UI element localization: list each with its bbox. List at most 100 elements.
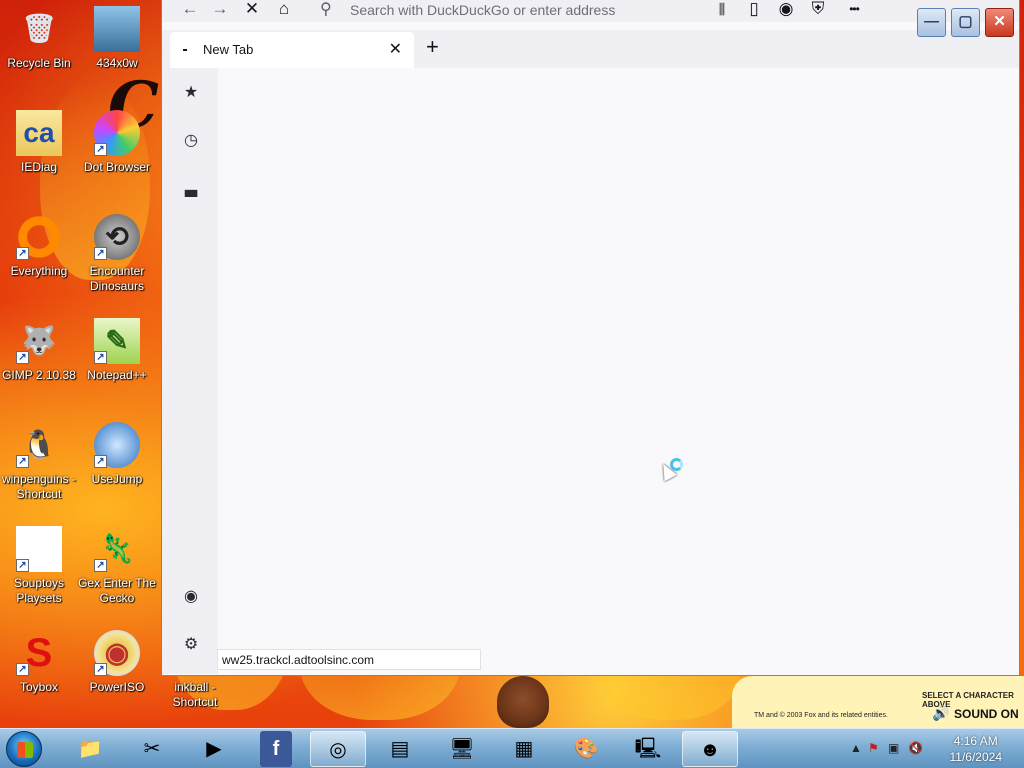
navigation-toolbar: ← → ✕ ⌂ ⚲ ⫼ ▯ ◉ ⛨ ••• <box>162 0 1019 22</box>
shortcut-arrow-icon: ↗ <box>94 351 107 364</box>
shortcut-arrow-icon: ↗ <box>94 143 107 156</box>
profile-icon[interactable]: ◉ <box>180 586 202 608</box>
cartoon-character-image <box>497 676 549 728</box>
desktop-icon-label: GIMP 2.10.38 <box>2 368 76 382</box>
tab-new-tab[interactable]: New Tab ✕ <box>170 32 414 68</box>
sound-toggle[interactable]: SOUND ON <box>954 707 1019 721</box>
close-window-button[interactable]: ✕ <box>985 8 1014 37</box>
desktop-icon-label: Encounter Dinosaurs <box>89 264 145 293</box>
start-button[interactable] <box>6 731 42 767</box>
dot-browser-icon: ↗ <box>94 110 140 156</box>
desktop-shortcut-gecko-game[interactable]: 🦎 ↗ Gex Enter The Gecko <box>78 526 156 606</box>
tab-title: New Tab <box>203 42 254 57</box>
volume-muted-icon[interactable]: 🔇 <box>908 741 923 755</box>
sidebar-toggle-icon[interactable]: ▯ <box>742 0 766 22</box>
action-center-icon[interactable]: ⚑ <box>868 741 879 755</box>
tab-loading-icon <box>183 49 187 51</box>
shortcut-arrow-icon: ↗ <box>94 663 107 676</box>
minimize-button[interactable]: — <box>917 8 946 37</box>
taskbar-facebook-icon[interactable]: f <box>260 731 292 767</box>
account-icon[interactable]: ◉ <box>774 0 798 22</box>
synced-devices-icon[interactable]: ▃ <box>180 178 202 200</box>
desktop-shortcut-notepadpp[interactable]: ✎ ↗ Notepad++ <box>78 318 156 383</box>
desktop-icon-label: 434x0w <box>96 56 138 70</box>
taskbar-remote-desktop-icon[interactable]: 🖳 <box>620 731 676 767</box>
shortcut-arrow-icon: ↗ <box>16 663 29 676</box>
desktop-shortcut-dot-browser[interactable]: ↗ Dot Browser <box>78 110 156 175</box>
browser-window: ← → ✕ ⌂ ⚲ ⫼ ▯ ◉ ⛨ ••• New Tab ✕ + ★ ◷ ▃ … <box>161 0 1020 676</box>
desktop-icon-label: PowerISO <box>89 680 145 694</box>
history-clock-icon[interactable]: ◷ <box>180 130 202 152</box>
shortcut-arrow-icon: ↗ <box>16 455 29 468</box>
address-bar[interactable]: ⚲ <box>312 0 700 22</box>
blank-file-icon: ↗ <box>16 526 62 572</box>
recycle-bin-icon: 🗑 <box>21 13 57 44</box>
desktop-shortcut-folder[interactable]: ca IEDiag <box>0 110 78 175</box>
taskbar: 📁 ✂ ▶ f ◎ ▤ 🖥 ▦ 🎨 🖳 ☻ ▲ ⚑ ▣ 🔇 4:16 AM 11/6/2024 <box>0 728 1024 768</box>
taskbar-network-tool-icon[interactable]: 🖥 <box>434 731 490 767</box>
desktop-shortcut-toybox[interactable]: S ↗ Toybox <box>0 630 78 695</box>
bookmarks-star-icon[interactable]: ★ <box>180 82 202 104</box>
penguin-icon: 🐧 ↗ <box>16 422 62 468</box>
settings-gear-icon[interactable]: ⚙ <box>180 634 202 656</box>
desktop-shortcut-dinosaur-game[interactable]: ⟲ ↗ Encounter Dinosaurs <box>78 214 156 294</box>
taskbar-paint-icon[interactable]: 🎨 <box>558 731 614 767</box>
shortcut-arrow-icon: ↗ <box>94 455 107 468</box>
tab-close-icon[interactable]: ✕ <box>389 39 402 59</box>
clock-date: 11/6/2024 <box>949 750 1003 764</box>
dinosaur-game-icon: ⟲ ↗ <box>94 214 140 260</box>
desktop-shortcut-poweriso[interactable]: ◉ ↗ PowerISO <box>78 630 156 695</box>
everything-search-icon: ↗ <box>16 214 62 260</box>
desktop-shortcut-blank-file[interactable]: ↗ Souptoys Playsets <box>0 526 78 606</box>
show-hidden-icons-icon[interactable]: ▲ <box>850 741 862 755</box>
desktop-shortcut-image-file[interactable]: 434x0w <box>78 6 156 71</box>
desktop-shortcut-usejump[interactable]: ↗ UseJump <box>78 422 156 487</box>
taskbar-media-player-icon[interactable]: ▶ <box>186 731 242 767</box>
taskbar-dot-browser-icon[interactable]: ◎ <box>310 731 366 767</box>
shortcut-arrow-icon: ↗ <box>94 559 107 572</box>
menu-icon[interactable]: ••• <box>842 0 866 22</box>
new-tab-button[interactable]: + <box>426 36 439 58</box>
desktop-icon-label: Dot Browser <box>83 160 151 174</box>
gecko-game-icon: 🦎 ↗ <box>94 526 140 572</box>
windows-logo-icon <box>17 742 33 758</box>
shield-icon[interactable]: ⛨ <box>806 0 830 22</box>
desktop-icon-label: Recycle Bin <box>7 56 71 70</box>
taskbar-sticky-notes-icon[interactable]: ▤ <box>372 731 428 767</box>
status-url: ww25.trackcl.adtoolsinc.com <box>217 649 481 670</box>
desktop-shortcut-everything-search[interactable]: ↗ Everything <box>0 214 78 279</box>
desktop-icon-label: Notepad++ <box>87 368 147 382</box>
shortcut-arrow-icon: ↗ <box>16 559 29 572</box>
desktop-shortcut-gimp[interactable]: 🐺 ↗ GIMP 2.10.38 <box>0 318 78 383</box>
network-icon[interactable]: ▣ <box>888 741 899 755</box>
taskbar-file-explorer-icon[interactable]: 📁 <box>62 731 118 767</box>
desktop-icon-label: inkball - Shortcut <box>172 680 218 709</box>
taskbar-game-app-icon[interactable]: ☻ <box>682 731 738 767</box>
back-arrow-icon[interactable]: ← <box>178 0 202 22</box>
address-input[interactable] <box>350 1 690 19</box>
desktop-icon-label: UseJump <box>91 472 143 486</box>
gimp-icon: 🐺 ↗ <box>16 318 62 364</box>
speaker-icon[interactable]: 🔊 <box>932 705 949 722</box>
home-icon[interactable]: ⌂ <box>272 0 296 22</box>
desktop-icon-label: winpenguins - Shortcut <box>1 472 77 501</box>
usejump-icon: ↗ <box>94 422 140 468</box>
taskbar-snipping-tool-icon[interactable]: ✂ <box>124 731 180 767</box>
desktop-shortcut-penguin[interactable]: 🐧 ↗ winpenguins - Shortcut <box>0 422 78 502</box>
page-content[interactable] <box>218 68 1017 674</box>
tab-strip: New Tab ✕ + <box>162 30 1019 68</box>
forward-arrow-icon[interactable]: → <box>208 0 232 22</box>
desktop-icon-label: Gex Enter The Gecko <box>78 576 156 605</box>
browser-sidebar: ★ ◷ ▃ ◉ ⚙ <box>162 68 218 674</box>
shortcut-arrow-icon: ↗ <box>16 247 29 260</box>
taskbar-calculator-icon[interactable]: ▦ <box>496 731 552 767</box>
banner-copyright-text: TM and © 2003 Fox and its related entiti… <box>754 712 888 719</box>
stop-loading-icon[interactable]: ✕ <box>240 0 264 22</box>
desktop-icon-label: Everything <box>10 264 68 278</box>
busy-spinner-icon <box>670 458 683 471</box>
desktop-shortcut-recycle-bin[interactable]: 🗑 Recycle Bin <box>0 6 78 71</box>
library-icon[interactable]: ⫼ <box>710 0 734 22</box>
clock[interactable]: 4:16 AM 11/6/2024 <box>950 733 1003 765</box>
shortcut-arrow-icon: ↗ <box>16 351 29 364</box>
maximize-button[interactable]: ▢ <box>951 8 980 37</box>
